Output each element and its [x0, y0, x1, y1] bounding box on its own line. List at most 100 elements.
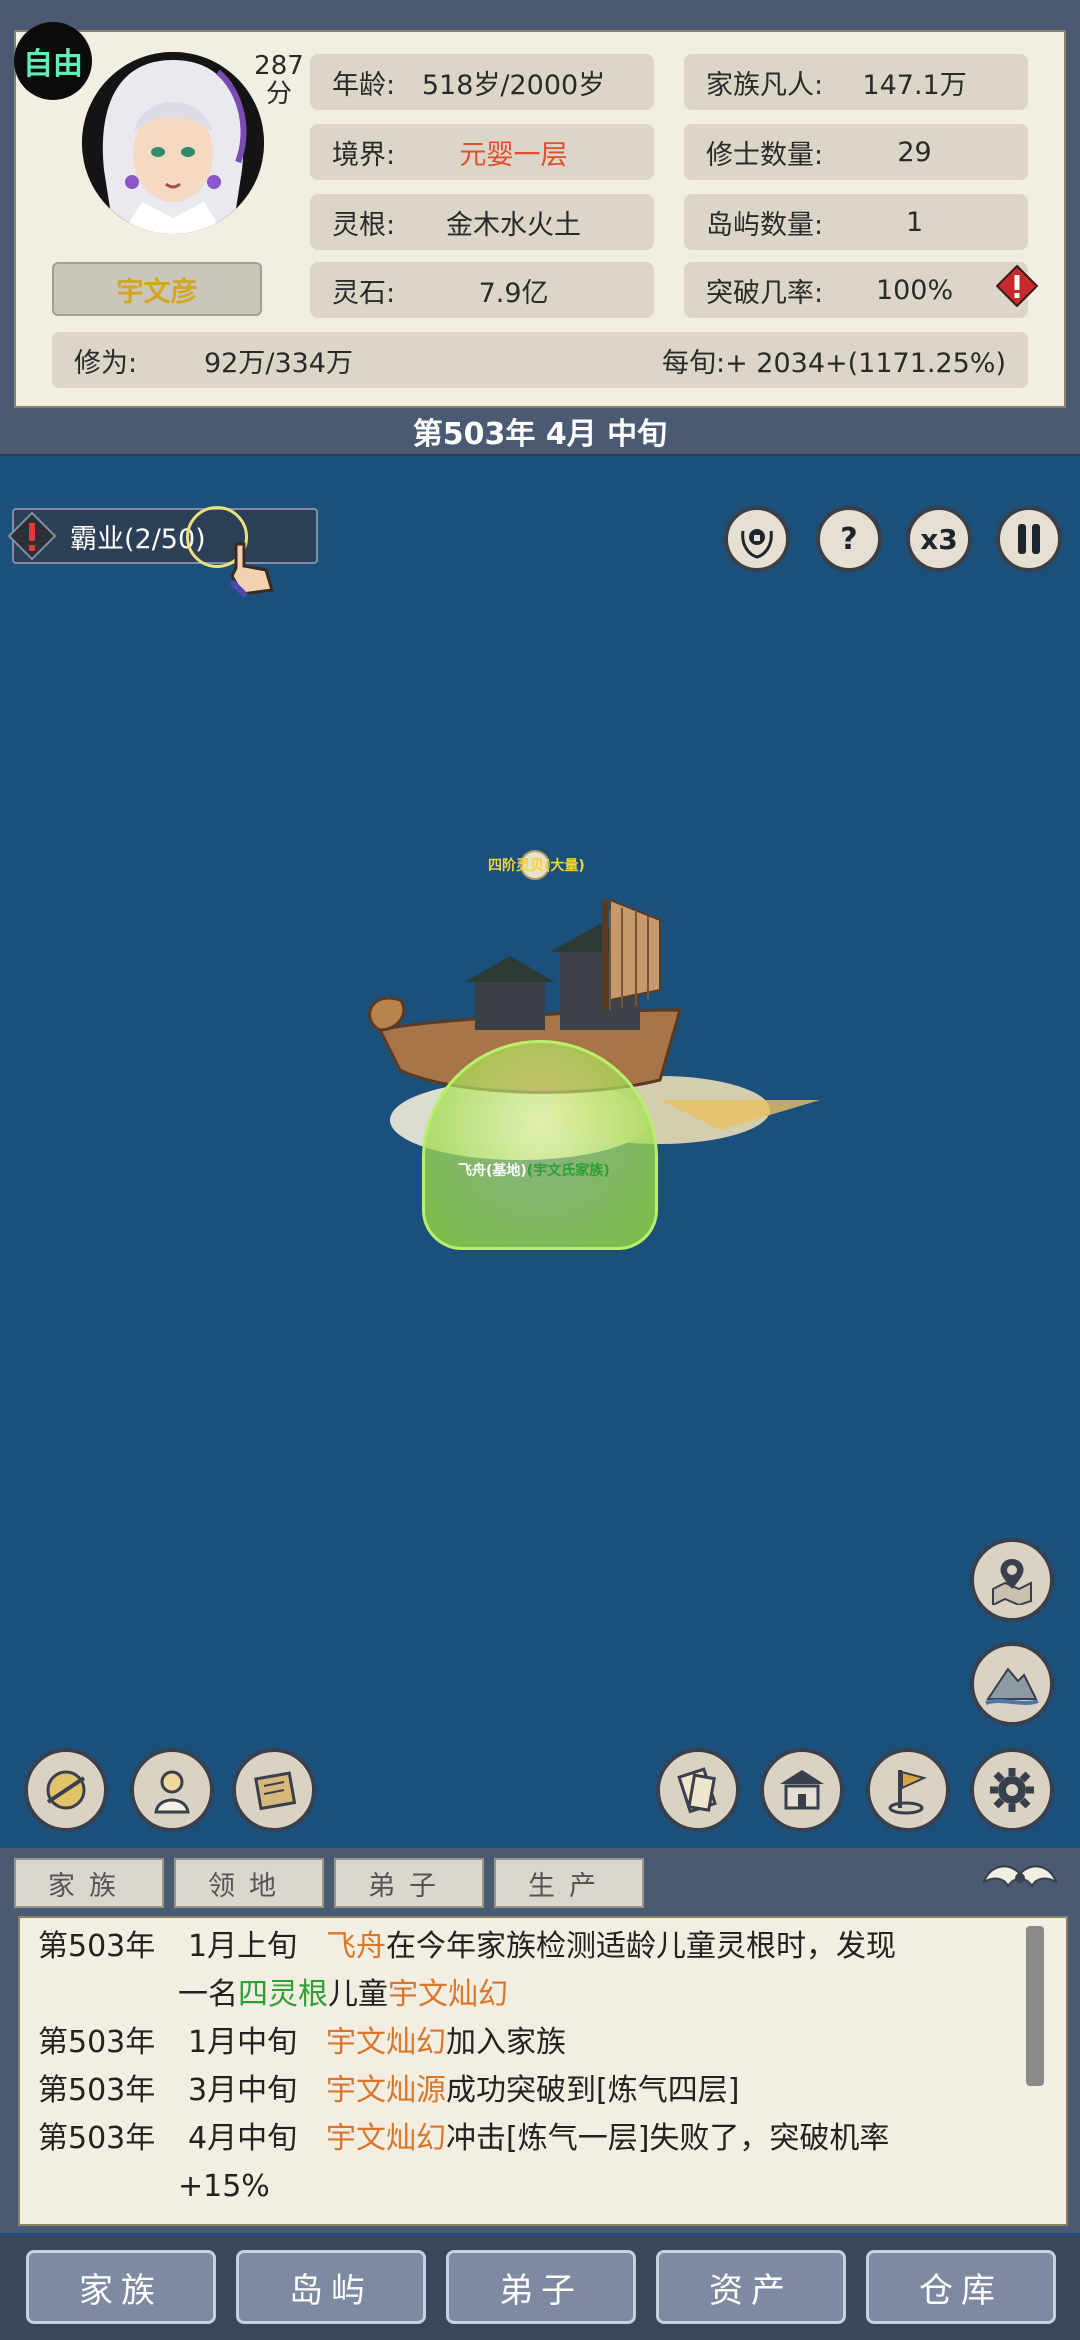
stat-breakthrough-label: 突破几率: — [706, 277, 824, 309]
stat-spirit-root-value: 金木水火土 — [446, 209, 582, 241]
stat-realm-label: 境界: — [332, 139, 396, 171]
log-tab-disciples[interactable]: 弟子 — [334, 1858, 484, 1908]
stat-mortals-value: 147.1万 — [862, 69, 967, 101]
mountain-icon — [985, 1667, 1039, 1705]
nav-assets[interactable]: 资产 — [656, 2250, 846, 2324]
stat-cultivators: 修士数量: 29 — [684, 124, 1028, 180]
log-entry-highlight[interactable]: 宇文灿幻 — [326, 2121, 446, 2156]
territory-flag-button[interactable] — [866, 1748, 950, 1832]
log-entry-year: 第503年 — [38, 2121, 156, 2156]
log-entry-year: 第503年 — [38, 2025, 156, 2060]
log-entry-year: 第503年 — [38, 2073, 156, 2108]
per-period-value: + 2034+(1171.25%) — [725, 347, 1006, 379]
stat-mortals: 家族凡人: 147.1万 — [684, 54, 1028, 110]
log-entry: 第503年 1月中旬 宇文灿幻加入家族 — [38, 2020, 566, 2066]
mission-scroll-button[interactable] — [656, 1748, 740, 1832]
log-entry-text: 成功突破到[炼气四层] — [446, 2073, 740, 2108]
nav-family[interactable]: 家族 — [26, 2250, 216, 2324]
nav-warehouse[interactable]: 仓库 — [866, 2250, 1056, 2324]
world-map-button[interactable] — [232, 1748, 316, 1832]
pause-button[interactable] — [996, 506, 1062, 572]
settings-button[interactable] — [970, 1748, 1054, 1832]
stat-mortals-label: 家族凡人: — [706, 69, 824, 101]
gear-icon — [990, 1768, 1034, 1812]
stat-cultivation-label: 修为: — [74, 347, 138, 379]
scroll-icon — [677, 1767, 717, 1814]
scroll-map-icon — [254, 1771, 297, 1811]
stat-age-value: 518岁/2000岁 — [421, 69, 606, 101]
log-entry-month: 4月中旬 — [188, 2121, 298, 2156]
log-entry-highlight[interactable]: 飞舟 — [326, 1929, 386, 1964]
help-button[interactable]: ? — [816, 506, 882, 572]
treasure-label[interactable]: 四阶灵贝(大量) — [488, 855, 585, 875]
sect-building-button[interactable] — [760, 1748, 844, 1832]
log-scrollbar[interactable] — [1026, 1926, 1044, 2086]
log-entry-highlight[interactable]: 宇文灿源 — [326, 2073, 446, 2108]
divination-button[interactable] — [24, 1748, 108, 1832]
log-entry: 第503年 3月中旬 宇文灿源成功突破到[炼气四层] — [38, 2068, 739, 2114]
ship-label[interactable]: 飞舟(基地)(宇文氏家族) — [458, 1160, 610, 1180]
log-entry-highlight[interactable]: 宇文灿幻 — [326, 2025, 446, 2060]
map-location-button[interactable] — [970, 1538, 1054, 1622]
log-entry: +15% — [178, 2164, 270, 2210]
score-unit: 分 — [265, 79, 292, 109]
stat-cultivation-row: 修为: 92万/334万 每旬:+ 2034+(1171.25%) — [52, 332, 1028, 388]
stat-realm-value: 元婴一层 — [459, 139, 568, 171]
stat-breakthrough: 突破几率: 100% — [684, 262, 1028, 318]
stat-spirit-root: 灵根: 金木水火土 — [310, 194, 654, 250]
nav-islands[interactable]: 岛屿 — [236, 2250, 426, 2324]
stat-spirit-root-label: 灵根: — [332, 209, 396, 241]
person-icon — [154, 1770, 190, 1814]
per-period: 每旬:+ 2034+(1171.25%) — [504, 341, 1006, 380]
collapse-log-icon[interactable] — [980, 1856, 1060, 1900]
map-pin-icon — [992, 1559, 1032, 1605]
log-entry-text: 一名 — [178, 1977, 238, 2012]
tap-hand-icon — [222, 536, 284, 599]
stat-cultivators-value: 29 — [897, 136, 932, 168]
pause-icon — [1018, 524, 1040, 554]
achievement-button[interactable] — [724, 506, 790, 572]
per-period-label: 每旬: — [661, 347, 726, 379]
log-entry: 一名四灵根儿童宇文灿幻 — [178, 1972, 508, 2018]
score-value: 287 — [254, 51, 304, 81]
stat-realm: 境界: 元婴一层 — [310, 124, 654, 180]
log-entry-year: 第503年 — [38, 1929, 156, 1964]
player-name[interactable]: 宇文彦 — [52, 262, 262, 316]
speed-button[interactable]: x3 — [906, 506, 972, 572]
log-tab-production[interactable]: 生产 — [494, 1858, 644, 1908]
compass-icon — [46, 1770, 86, 1810]
stat-cultivation-value: 92万/334万 — [204, 347, 353, 379]
quest-alert-icon — [6, 510, 58, 562]
log-tab-family[interactable]: 家族 — [14, 1858, 164, 1908]
log-entry: 第503年 1月上旬 飞舟在今年家族检测适龄儿童灵根时，发现 — [38, 1924, 896, 1970]
ship-label-owner: (宇文氏家族) — [526, 1163, 610, 1179]
flag-icon — [888, 1770, 927, 1815]
stat-spirit-stones: 灵石: 7.9亿 — [310, 262, 654, 318]
stat-islands-value: 1 — [905, 206, 924, 238]
stat-age-label: 年龄: — [332, 69, 396, 101]
laurel-icon — [741, 529, 773, 559]
stat-age: 年龄: 518岁/2000岁 — [310, 54, 654, 110]
free-status-badge[interactable]: 自由 — [14, 22, 92, 100]
character-button[interactable] — [130, 1748, 214, 1832]
island-view-button[interactable] — [970, 1642, 1054, 1726]
question-icon: ? — [840, 521, 858, 557]
ship-label-prefix: 飞舟(基地) — [458, 1163, 527, 1179]
stat-breakthrough-value: 100% — [875, 274, 954, 306]
log-entry-highlight: 四灵根 — [238, 1977, 328, 2012]
log-entry-month: 3月中旬 — [188, 2073, 298, 2108]
log-tab-territory[interactable]: 领地 — [174, 1858, 324, 1908]
temple-icon — [780, 1770, 824, 1810]
log-entry-highlight[interactable]: 宇文灿幻 — [388, 1977, 508, 2012]
stat-spirit-stones-label: 灵石: — [332, 277, 396, 309]
log-entry-text: +15% — [178, 2169, 270, 2204]
breakthrough-alert-icon[interactable] — [995, 264, 1039, 308]
log-entry-month: 1月上旬 — [188, 1929, 298, 1964]
log-entry: 第503年 4月中旬 宇文灿幻冲击[炼气一层]失败了，突破机率 — [38, 2116, 889, 2162]
player-avatar[interactable] — [82, 52, 264, 234]
stat-cultivators-label: 修士数量: — [706, 139, 824, 171]
stat-islands-label: 岛屿数量: — [706, 209, 824, 241]
log-entry-text: 冲击[炼气一层]失败了，突破机率 — [446, 2121, 890, 2156]
nav-disciples[interactable]: 弟子 — [446, 2250, 636, 2324]
game-date: 第503年 4月 中旬 — [0, 408, 1080, 456]
